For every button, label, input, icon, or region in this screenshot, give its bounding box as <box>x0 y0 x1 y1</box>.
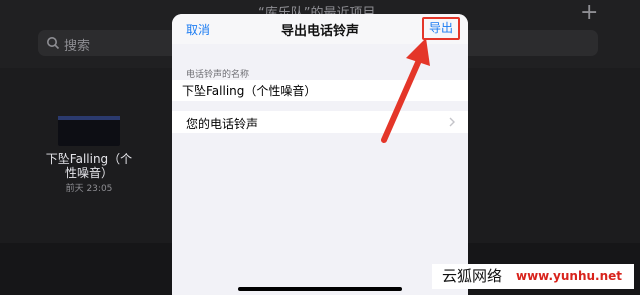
your-ringtones-label: 您的电话铃声 <box>186 117 259 131</box>
search-placeholder: 搜索 <box>64 39 91 54</box>
annotation-arrow-icon <box>381 38 430 143</box>
watermark-url: www.yunhu.net <box>512 264 634 289</box>
add-project-icon[interactable]: + <box>580 0 598 26</box>
home-indicator <box>238 287 402 291</box>
project-name[interactable]: 下坠Falling（个性噪音） <box>40 152 138 180</box>
project-timestamp: 前天 23:05 <box>65 184 113 194</box>
watermark-brand: 云狐网络 <box>432 264 512 289</box>
search-icon <box>47 37 60 50</box>
project-thumbnail[interactable] <box>58 116 120 146</box>
chevron-right-icon <box>449 117 455 127</box>
ringtone-name-label: 电话铃声的名称 <box>186 70 250 80</box>
